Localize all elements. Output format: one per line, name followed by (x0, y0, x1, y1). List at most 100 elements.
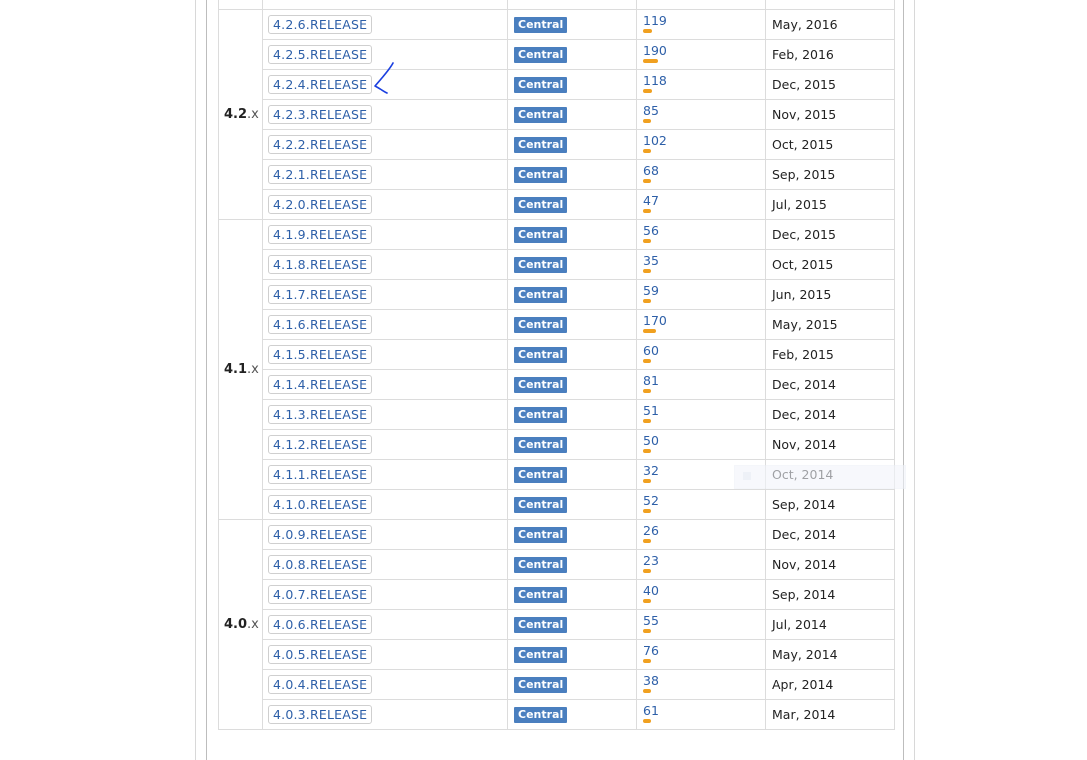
repository-badge[interactable]: Central (514, 16, 568, 33)
version-link[interactable]: 4.2.1.RELEASE (268, 165, 373, 184)
repository-cell: Central (507, 189, 637, 220)
usages-link[interactable]: 61 (643, 704, 765, 717)
repository-badge[interactable]: Central (514, 556, 568, 573)
version-link[interactable]: 4.1.5.RELEASE (268, 345, 373, 364)
repository-badge[interactable]: Central (514, 616, 568, 633)
usages-bar (643, 148, 651, 153)
repository-badge[interactable]: Central (514, 436, 568, 453)
version-link[interactable]: 4.0.6.RELEASE (268, 615, 373, 634)
version-link[interactable]: 4.2.0.RELEASE (268, 195, 373, 214)
usages-bar (643, 688, 651, 693)
usages-cell: 76 (636, 639, 766, 670)
repository-cell: Central (507, 69, 637, 100)
version-link[interactable]: 4.1.3.RELEASE (268, 405, 373, 424)
usages-link[interactable]: 81 (643, 374, 765, 387)
table-row: 4.2.2.RELEASE Central 102 Oct, 2015 (219, 129, 895, 160)
usages-link[interactable]: 76 (643, 644, 765, 657)
group-cell-prev (218, 0, 263, 10)
faded-tooltip (734, 465, 906, 489)
repository-badge[interactable]: Central (514, 226, 568, 243)
usages-link[interactable]: 118 (643, 74, 765, 87)
usages-link[interactable]: 60 (643, 344, 765, 357)
repository-badge[interactable]: Central (514, 706, 568, 723)
version-link[interactable]: 4.0.5.RELEASE (268, 645, 373, 664)
version-link[interactable]: 4.2.3.RELEASE (268, 105, 373, 124)
version-link[interactable]: 4.0.9.RELEASE (268, 525, 373, 544)
usages-link[interactable]: 170 (643, 314, 765, 327)
repository-badge[interactable]: Central (514, 496, 568, 513)
usages-link[interactable]: 26 (643, 524, 765, 537)
usages-bar (643, 298, 651, 303)
repository-badge[interactable]: Central (514, 256, 568, 273)
version-cell: 4.1.7.RELEASE (262, 279, 508, 310)
release-date: Dec, 2015 (765, 69, 895, 100)
usages-link[interactable]: 38 (643, 674, 765, 687)
repository-badge[interactable]: Central (514, 76, 568, 93)
version-link[interactable]: 4.1.8.RELEASE (268, 255, 373, 274)
version-link[interactable]: 4.2.6.RELEASE (268, 15, 373, 34)
repository-badge[interactable]: Central (514, 46, 568, 63)
usages-cell: 118 (636, 69, 766, 100)
usages-link[interactable]: 50 (643, 434, 765, 447)
group-suffix: .x (247, 107, 259, 122)
repository-badge[interactable]: Central (514, 136, 568, 153)
usages-link[interactable]: 59 (643, 284, 765, 297)
usages-link[interactable]: 52 (643, 494, 765, 507)
usages-cell: 55 (636, 609, 766, 640)
repository-cell: Central (507, 609, 637, 640)
usages-cell: 81 (636, 369, 766, 400)
version-link[interactable]: 4.1.4.RELEASE (268, 375, 373, 394)
version-link[interactable]: 4.1.2.RELEASE (268, 435, 373, 454)
repository-badge[interactable]: Central (514, 586, 568, 603)
version-link[interactable]: 4.0.3.RELEASE (268, 705, 373, 724)
version-link[interactable]: 4.1.7.RELEASE (268, 285, 373, 304)
usages-cell: 68 (636, 159, 766, 190)
version-cell: 4.0.3.RELEASE (262, 699, 508, 730)
usages-cell: 38 (636, 669, 766, 700)
usages-link[interactable]: 47 (643, 194, 765, 207)
repository-badge[interactable]: Central (514, 346, 568, 363)
usages-bar (643, 88, 652, 93)
usages-link[interactable]: 85 (643, 104, 765, 117)
repository-badge[interactable]: Central (514, 466, 568, 483)
usages-link[interactable]: 35 (643, 254, 765, 267)
release-date: Dec, 2014 (765, 519, 895, 550)
usages-link[interactable]: 55 (643, 614, 765, 627)
version-link[interactable]: 4.1.6.RELEASE (268, 315, 373, 334)
table-row: 4.2.1.RELEASE Central 68 Sep, 2015 (219, 159, 895, 190)
version-link[interactable]: 4.2.2.RELEASE (268, 135, 373, 154)
release-date: May, 2016 (765, 9, 895, 40)
repository-badge[interactable]: Central (514, 106, 568, 123)
version-cell: 4.2.0.RELEASE (262, 189, 508, 220)
usages-link[interactable]: 40 (643, 584, 765, 597)
usages-link[interactable]: 51 (643, 404, 765, 417)
version-link[interactable]: 4.0.7.RELEASE (268, 585, 373, 604)
usages-link[interactable]: 68 (643, 164, 765, 177)
version-link[interactable]: 4.1.9.RELEASE (268, 225, 373, 244)
repository-badge[interactable]: Central (514, 526, 568, 543)
usages-link[interactable]: 23 (643, 554, 765, 567)
repository-badge[interactable]: Central (514, 676, 568, 693)
version-cell: 4.0.8.RELEASE (262, 549, 508, 580)
repository-badge[interactable]: Central (514, 196, 568, 213)
usages-link[interactable]: 190 (643, 44, 765, 57)
table-row: 4.0.3.RELEASE Central 61 Mar, 2014 (219, 699, 895, 730)
repository-badge[interactable]: Central (514, 286, 568, 303)
repository-badge[interactable]: Central (514, 166, 568, 183)
repository-badge[interactable]: Central (514, 376, 568, 393)
release-date: Sep, 2015 (765, 159, 895, 190)
release-date: Nov, 2014 (765, 429, 895, 460)
version-link[interactable]: 4.2.4.RELEASE (268, 75, 373, 94)
version-link[interactable]: 4.1.1.RELEASE (268, 465, 373, 484)
release-date: May, 2015 (765, 309, 895, 340)
version-link[interactable]: 4.1.0.RELEASE (268, 495, 373, 514)
usages-link[interactable]: 102 (643, 134, 765, 147)
version-link[interactable]: 4.0.4.RELEASE (268, 675, 373, 694)
repository-badge[interactable]: Central (514, 646, 568, 663)
usages-link[interactable]: 119 (643, 14, 765, 27)
repository-badge[interactable]: Central (514, 316, 568, 333)
version-link[interactable]: 4.0.8.RELEASE (268, 555, 373, 574)
repository-badge[interactable]: Central (514, 406, 568, 423)
usages-link[interactable]: 56 (643, 224, 765, 237)
version-link[interactable]: 4.2.5.RELEASE (268, 45, 373, 64)
